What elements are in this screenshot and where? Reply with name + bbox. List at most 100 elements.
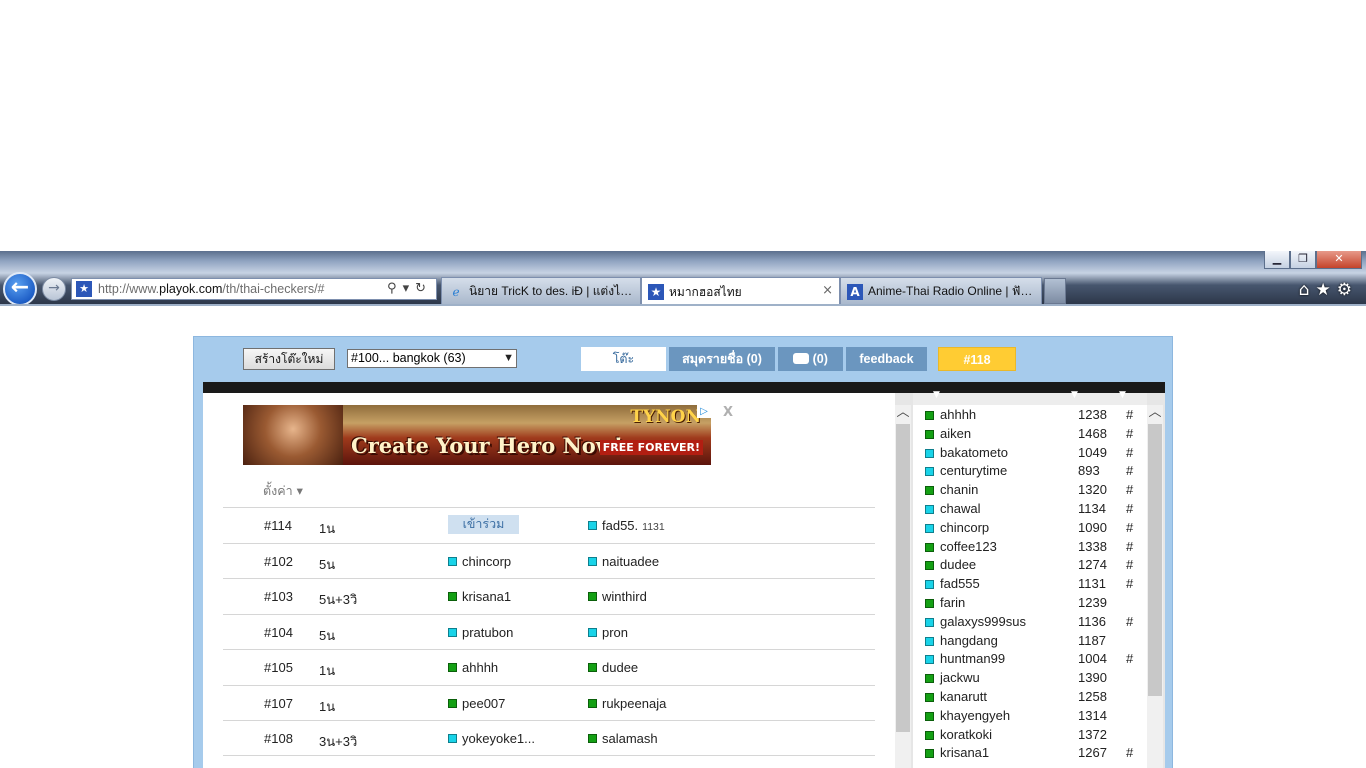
player-table-link[interactable]: # (1126, 651, 1133, 666)
status-dot-icon (925, 542, 934, 552)
status-dot-icon (588, 627, 597, 637)
gear-icon[interactable]: ⚙ (1337, 280, 1358, 300)
player-2[interactable]: naituadee (588, 554, 659, 569)
dropdown-icon[interactable]: ▾ (403, 281, 416, 296)
player-table-link[interactable]: # (1126, 482, 1133, 497)
player-row[interactable]: krisana1 1267 # (913, 743, 1147, 762)
address-actions: ⚲▾↻ (387, 281, 432, 296)
player-2[interactable]: winthird (588, 589, 647, 604)
players-scrollbar[interactable]: ︿ (1147, 405, 1163, 768)
browser-chrome: ▁ ❐ ✕ ← → ★ http://www.playok.com/th/tha… (0, 251, 1366, 306)
ad-info-icon[interactable]: ▷ (697, 405, 711, 418)
player-row[interactable]: chanin 1320 # (913, 480, 1147, 499)
sort-table-icon[interactable]: ▼ (1119, 390, 1126, 400)
table-row[interactable]: #108 3น+3วิ yokeyoke1... salamash (223, 720, 875, 756)
close-window-button[interactable]: ✕ (1316, 251, 1362, 269)
player-table-link[interactable]: # (1126, 576, 1133, 591)
browser-tab-1[interactable]: ℯ นิยาย TricK to des. iÐ | แต่งไอดี... (441, 277, 641, 305)
player-row[interactable]: aiken 1468 # (913, 424, 1147, 443)
player-table-link[interactable]: # (1126, 445, 1133, 460)
join-button[interactable]: เข้าร่วม (448, 515, 519, 534)
tab-current-table[interactable]: #118 (938, 347, 1016, 371)
player-2[interactable]: dudee (588, 660, 638, 675)
table-row[interactable]: #105 1น ahhhh dudee (223, 649, 875, 685)
player-2[interactable]: salamash (588, 731, 658, 746)
player-table-link[interactable]: # (1126, 463, 1133, 478)
player-row[interactable]: ahhhh 1238 # (913, 405, 1147, 424)
address-url[interactable]: http://www.playok.com/th/thai-checkers/# (98, 282, 325, 296)
tables-scrollbar[interactable]: ︿ (895, 405, 911, 768)
player-1[interactable]: krisana1 (448, 589, 511, 604)
player-row[interactable]: chincorp 1090 # (913, 518, 1147, 537)
scrollbar-thumb[interactable] (896, 424, 910, 732)
close-tab-icon[interactable]: × (822, 283, 833, 298)
player-row[interactable]: dudee 1274 # (913, 555, 1147, 574)
tab-feedback[interactable]: feedback (846, 347, 927, 371)
sort-rating-icon[interactable]: ▼ (1071, 390, 1078, 400)
room-select[interactable]: #100... bangkok (63) ▼ (347, 349, 517, 368)
player-row[interactable]: koratkoki 1372 (913, 725, 1147, 744)
restore-button[interactable]: ❐ (1290, 251, 1316, 269)
address-bar[interactable]: ★ http://www.playok.com/th/thai-checkers… (71, 278, 437, 300)
ad-character-image (243, 405, 343, 465)
player-row[interactable]: huntman99 1004 # (913, 649, 1147, 668)
player-2[interactable]: fad55. 1131 (588, 518, 665, 533)
table-row[interactable]: #104 5น pratubon pron (223, 613, 875, 650)
browser-tab-3[interactable]: A Anime-Thai Radio Online | ฟังเ... (840, 277, 1042, 305)
player-row[interactable]: hangdang 1187 (913, 631, 1147, 650)
player-row[interactable]: kanarutt 1258 (913, 687, 1147, 706)
player-row[interactable]: fad555 1131 # (913, 574, 1147, 593)
table-row[interactable]: #114 1น เข้าร่วม fad55. 1131 (223, 507, 875, 543)
new-table-button[interactable]: สร้างโต๊ะใหม่ (243, 348, 335, 370)
player-1[interactable]: pratubon (448, 625, 513, 640)
browser-tab-2[interactable]: ★ หมากฮอสไทย × (641, 277, 840, 306)
minimize-button[interactable]: ▁ (1264, 251, 1290, 269)
player-table-link[interactable]: # (1126, 501, 1133, 516)
player-1[interactable]: pee007 (448, 696, 505, 711)
scrollbar-thumb[interactable] (1148, 424, 1162, 696)
table-row[interactable]: #103 5น+3วิ krisana1 winthird (223, 578, 875, 614)
refresh-icon[interactable]: ↻ (415, 281, 432, 296)
player-name: chanin (940, 482, 979, 498)
tab-tables[interactable]: โต๊ะ (581, 347, 666, 371)
back-button[interactable]: ← (3, 272, 37, 306)
player-row[interactable]: jackwu 1390 (913, 668, 1147, 687)
player-1[interactable]: ahhhh (448, 660, 498, 675)
player-table-link[interactable]: # (1126, 520, 1133, 535)
search-icon[interactable]: ⚲ (387, 281, 403, 296)
table-row[interactable]: #107 1น pee007 rukpeenaja (223, 684, 875, 721)
player-table-link[interactable]: # (1126, 557, 1133, 572)
player-row[interactable]: coffee123 1338 # (913, 537, 1147, 556)
sort-name-icon[interactable]: ▼ (933, 390, 940, 400)
scroll-up-icon[interactable]: ︿ (1147, 405, 1163, 421)
tab-chat[interactable]: (0) (778, 347, 843, 371)
player-row[interactable]: bakatometo 1049 # (913, 443, 1147, 462)
ad-banner[interactable]: Create Your Hero Now! TYNON FREE FOREVER… (243, 405, 711, 465)
player-table-link[interactable]: # (1126, 614, 1133, 629)
player-row[interactable]: farin 1239 (913, 593, 1147, 612)
player-row[interactable]: khayengyeh 1314 (913, 706, 1147, 725)
settings-menu[interactable]: ตั้งค่า ▾ (263, 481, 303, 501)
home-icon[interactable]: ⌂ (1299, 280, 1316, 300)
player-name: khayengyeh (940, 707, 1011, 723)
scroll-up-icon[interactable]: ︿ (895, 405, 911, 421)
player-row[interactable]: galaxys999sus 1136 # (913, 612, 1147, 631)
tab-players[interactable]: สมุดรายชื่อ (0) (669, 347, 775, 371)
star-icon[interactable]: ★ (1316, 280, 1337, 300)
player-2[interactable]: pron (588, 625, 628, 640)
ad-close-button[interactable]: X (723, 405, 733, 420)
player-name: salamash (602, 731, 658, 746)
table-row[interactable]: #102 5น chincorp naituadee (223, 542, 875, 579)
player-1[interactable]: yokeyoke1... (448, 731, 535, 746)
new-tab-button[interactable] (1044, 278, 1066, 304)
player-1[interactable]: chincorp (448, 554, 511, 569)
forward-button[interactable]: → (42, 277, 66, 301)
player-row[interactable]: centurytime 893 # (913, 461, 1147, 480)
player-table-link[interactable]: # (1126, 745, 1133, 760)
player-2[interactable]: rukpeenaja (588, 696, 666, 711)
status-dot-icon (448, 698, 457, 708)
player-table-link[interactable]: # (1126, 539, 1133, 554)
player-table-link[interactable]: # (1126, 426, 1133, 441)
player-row[interactable]: chawal 1134 # (913, 499, 1147, 518)
player-table-link[interactable]: # (1126, 407, 1133, 422)
